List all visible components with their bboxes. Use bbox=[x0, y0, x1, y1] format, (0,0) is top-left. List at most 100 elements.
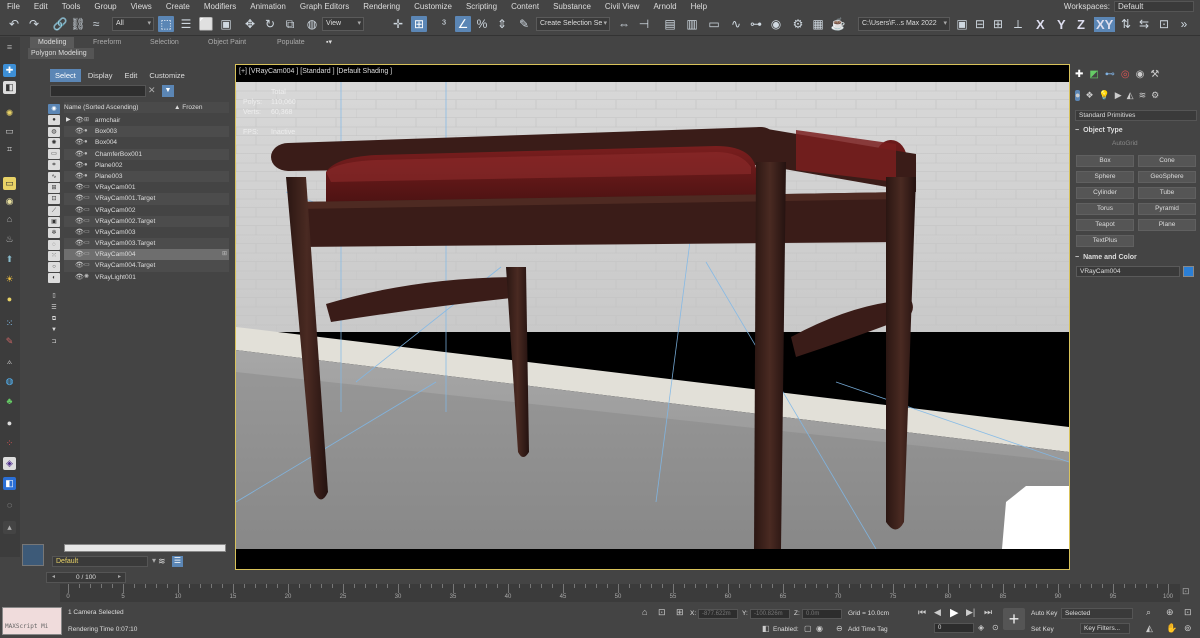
zoom-icon[interactable]: ⌕ bbox=[1146, 607, 1151, 618]
percent-snap-icon[interactable]: % bbox=[474, 16, 490, 32]
visibility-eye-icon[interactable]: 👁 bbox=[75, 171, 84, 182]
time-slider-next-icon[interactable]: ▸ bbox=[118, 573, 121, 580]
scale-icon[interactable]: ⧉ bbox=[282, 16, 298, 32]
add-time-tag-button[interactable]: Add Time Tag bbox=[848, 626, 888, 633]
list-item[interactable]: 👁 ▭ VRayCam003 bbox=[64, 227, 229, 238]
horizontal-scrollbar[interactable] bbox=[64, 544, 226, 552]
display-containers-icon[interactable]: ▣ bbox=[48, 216, 60, 227]
time-slider[interactable]: 0 / 100 bbox=[46, 572, 126, 583]
align-icon[interactable]: ⊣ bbox=[636, 16, 652, 32]
menu-group[interactable]: Group bbox=[87, 2, 123, 11]
create-panel-icon[interactable]: ✚ bbox=[3, 64, 16, 77]
workspaces-dropdown[interactable]: Default bbox=[1114, 1, 1194, 12]
sphere-icon[interactable]: ◉ bbox=[3, 195, 16, 208]
display-groups-icon[interactable]: ⊞ bbox=[48, 183, 60, 194]
display-lights-icon[interactable]: ✺ bbox=[48, 137, 60, 148]
color-dots-icon[interactable]: ⁘ bbox=[3, 437, 16, 450]
dropdown-arrow-icon[interactable]: ▾ bbox=[152, 556, 156, 565]
zoom-extents-icon[interactable]: ⊡ bbox=[1184, 607, 1192, 618]
ribbon-panel-polygon-modeling[interactable]: Polygon Modeling bbox=[28, 48, 94, 59]
cameras-icon[interactable]: ▶ bbox=[1115, 90, 1122, 101]
flat-icon[interactable]: ▯ bbox=[48, 291, 60, 301]
ribbon-tab-freeform[interactable]: Freeform bbox=[93, 37, 121, 48]
textplus-button[interactable]: TextPlus bbox=[1076, 235, 1134, 247]
window-crossing-icon[interactable]: ▣ bbox=[218, 16, 234, 32]
scene-icon[interactable]: ◧ bbox=[3, 81, 16, 94]
display-all-2-icon[interactable]: ⁙ bbox=[48, 250, 60, 261]
display-helpers-icon[interactable]: ⌗ bbox=[48, 160, 60, 171]
sort-icon[interactable]: ☰ bbox=[172, 556, 183, 567]
visibility-eye-icon[interactable]: 👁 bbox=[75, 272, 84, 283]
menu-animation[interactable]: Animation bbox=[243, 2, 293, 11]
tree-icon[interactable]: ⟑ bbox=[3, 355, 16, 368]
menu-rendering[interactable]: Rendering bbox=[356, 2, 407, 11]
current-frame-field[interactable]: 0 bbox=[934, 623, 974, 633]
project-folder-icon[interactable]: ▣ bbox=[954, 16, 970, 32]
visibility-eye-icon[interactable]: 👁 bbox=[75, 216, 84, 227]
display-shapes-icon[interactable]: ◍ bbox=[48, 126, 60, 137]
next-frame-icon[interactable]: ▶| bbox=[966, 607, 975, 618]
display-none-icon[interactable]: ○ bbox=[48, 262, 60, 273]
key-filters-button[interactable]: Key Filters... bbox=[1080, 623, 1130, 634]
teapot-button[interactable]: Teapot bbox=[1076, 219, 1134, 231]
paint-icon[interactable]: ✎ bbox=[3, 335, 16, 348]
select-object-icon[interactable]: ⬚ bbox=[158, 16, 174, 32]
adaptive-degradation-icon[interactable]: ◧ bbox=[762, 624, 770, 633]
selection-lock-icon[interactable]: ⊡ bbox=[658, 607, 666, 618]
menu-civil-view[interactable]: Civil View bbox=[598, 2, 647, 11]
visibility-eye-icon[interactable]: 👁 bbox=[75, 115, 84, 126]
menu-tools[interactable]: Tools bbox=[55, 2, 88, 11]
search-input[interactable] bbox=[50, 85, 146, 97]
ribbon-options-icon[interactable]: ▪▾ bbox=[326, 37, 332, 48]
menu-views[interactable]: Views bbox=[124, 2, 159, 11]
spinner-snap-icon[interactable]: ⇕ bbox=[494, 16, 510, 32]
sphere-yellow-icon[interactable]: ● bbox=[3, 293, 16, 306]
pan-icon[interactable]: ✋ bbox=[1166, 623, 1177, 634]
snap-working-pivot-icon[interactable]: ⟂ bbox=[1010, 16, 1026, 32]
selection-filter-dropdown[interactable]: All bbox=[112, 17, 154, 31]
ball-icon[interactable]: ● bbox=[3, 417, 16, 430]
sun-icon[interactable]: ☀ bbox=[3, 273, 16, 286]
list-item[interactable]: 👁 ▭ VRayCam004 ⊞ bbox=[64, 249, 229, 261]
name-and-color-rollout[interactable]: Name and Color bbox=[1075, 252, 1197, 263]
auto-key-button[interactable]: Auto Key bbox=[1031, 610, 1057, 617]
axis-y-button[interactable]: Y bbox=[1057, 17, 1066, 32]
project-path-dropdown[interactable]: C:\Users\F...s Max 2022 bbox=[858, 17, 950, 31]
display-frozen-icon[interactable]: ❄ bbox=[48, 228, 60, 239]
list-item[interactable]: 👁 ▭ VRayCam001.Target bbox=[64, 193, 229, 205]
list-item[interactable]: 👁 ● ChamferBox001 bbox=[64, 148, 229, 160]
list-item[interactable]: ▶ 👁 ⊞ armchair bbox=[64, 115, 229, 126]
visibility-eye-icon[interactable]: 👁 bbox=[75, 149, 84, 160]
display-tab-icon[interactable]: ◉ bbox=[1136, 69, 1145, 80]
plant-icon[interactable]: ♣ bbox=[3, 395, 16, 408]
cameras-icon[interactable]: ▭ bbox=[3, 125, 16, 138]
tab-display[interactable]: Display bbox=[83, 69, 118, 82]
motion-tab-icon[interactable]: ◎ bbox=[1121, 69, 1130, 80]
pivot-center-icon[interactable]: ✛ bbox=[390, 16, 406, 32]
track-bar[interactable]: 0 5 10 15 20 25 30 35 40 45 50 55 60 65 70 75 80 85 90 95 10… bbox=[60, 584, 1180, 602]
freeze-toggle-icon[interactable]: ⊞ bbox=[222, 249, 227, 260]
viewport-layout-icon[interactable]: ⊟ bbox=[972, 16, 988, 32]
rendered-frame-window-icon[interactable]: ▦ bbox=[810, 16, 826, 32]
list-item[interactable]: 👁 ▭ VRayCam002.Target bbox=[64, 215, 229, 227]
filter-icon[interactable]: ▼ bbox=[162, 85, 174, 97]
tab-select[interactable]: Select bbox=[50, 69, 81, 82]
tube-button[interactable]: Tube bbox=[1138, 187, 1196, 199]
unlink-icon[interactable]: ⛓ bbox=[70, 16, 86, 32]
visibility-eye-icon[interactable]: 👁 bbox=[75, 137, 84, 148]
list-item[interactable]: 👁 ● Plane003 bbox=[64, 170, 229, 183]
list-icon[interactable]: ☰ bbox=[48, 303, 60, 313]
cylinder-button[interactable]: Cylinder bbox=[1076, 187, 1134, 199]
isolate-icon[interactable]: ⌂ bbox=[642, 607, 647, 617]
blue-icon[interactable]: ◧ bbox=[3, 477, 16, 490]
geometry-icon[interactable]: ● bbox=[1075, 90, 1081, 101]
object-type-rollout[interactable]: Object Type bbox=[1075, 125, 1197, 136]
time-config-icon[interactable]: ⊙ bbox=[992, 623, 999, 632]
enabled-toggle-icon[interactable]: ▢ bbox=[804, 624, 812, 633]
redo-icon[interactable]: ↷ bbox=[26, 16, 42, 32]
time-slider-prev-icon[interactable]: ◂ bbox=[52, 573, 55, 580]
key-mode-icon[interactable]: ◈ bbox=[978, 623, 984, 632]
mirror-icon[interactable]: ⇔ bbox=[616, 16, 632, 32]
tag-icon[interactable]: ⊖ bbox=[836, 624, 843, 633]
pyramid-button[interactable]: Pyramid bbox=[1138, 203, 1196, 215]
